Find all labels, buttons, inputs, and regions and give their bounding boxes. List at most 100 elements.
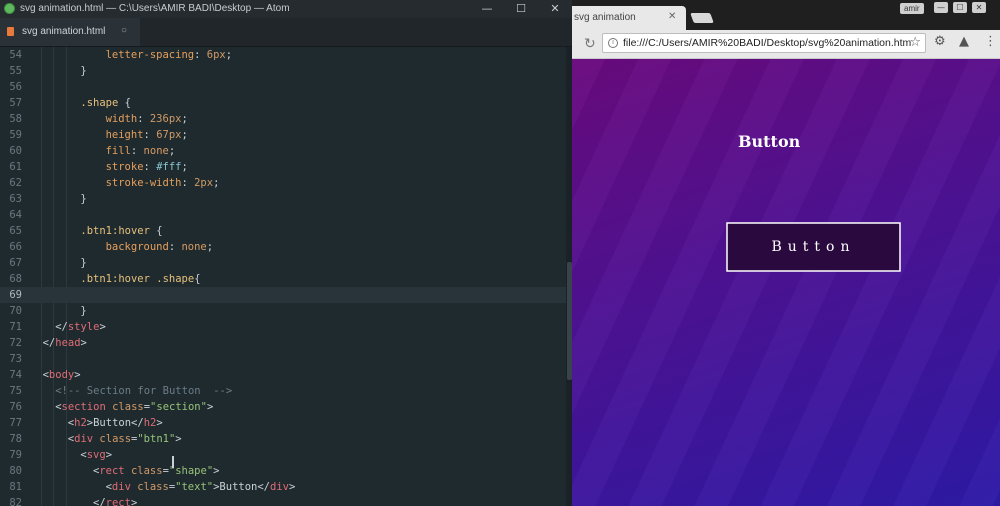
code-token: 236px: [149, 113, 182, 125]
code-text: background: none;: [106, 239, 214, 255]
code-token: "btn1": [137, 433, 176, 445]
code-line[interactable]: 70}: [0, 303, 566, 319]
code-token: >: [288, 481, 296, 493]
code-line[interactable]: 78 <div class="btn1">: [0, 431, 566, 447]
code-line[interactable]: 75 <!-- Section for Button -->: [0, 383, 566, 399]
code-token: {: [118, 97, 131, 109]
code-line[interactable]: 59 height: 67px;: [0, 127, 566, 143]
tab-svg-animation-html[interactable]: svg animation.html ○: [0, 18, 140, 46]
code-token: "section": [150, 401, 207, 413]
close-button[interactable]: ✕: [538, 0, 572, 18]
google-drive-icon[interactable]: ▲: [959, 34, 969, 49]
profile-button[interactable]: amir: [900, 3, 924, 14]
maximize-button[interactable]: ☐: [504, 0, 538, 18]
code-line[interactable]: 61 stroke: #fff;: [0, 159, 566, 175]
code-text: fill: none;: [106, 143, 176, 159]
code-token: .shape: [80, 97, 119, 109]
code-token: Button: [219, 481, 258, 493]
code-token: >: [99, 321, 106, 333]
code-token: stroke-width: [105, 177, 182, 189]
code-line[interactable]: 82 </rect>: [0, 495, 566, 506]
chrome-tab-strip: svg animation ✕ amir — ☐ ✕: [572, 0, 1000, 30]
code-token: 2px: [194, 177, 214, 189]
info-icon[interactable]: i: [608, 38, 618, 48]
code-token: >: [156, 417, 163, 429]
html5-file-icon: [7, 27, 14, 36]
code-line[interactable]: 79 <svg>: [0, 447, 566, 463]
code-line[interactable]: 76 <section class="section">: [0, 399, 566, 415]
line-number: 66: [9, 241, 22, 253]
text-cursor-icon: [172, 456, 174, 468]
chrome-maximize-button[interactable]: ☐: [953, 2, 967, 13]
new-tab-button[interactable]: [690, 13, 714, 23]
reload-icon[interactable]: ↻: [584, 36, 596, 52]
code-text: <h2>Button</h2>: [68, 415, 163, 431]
code-line[interactable]: 55}: [0, 63, 566, 79]
code-line[interactable]: 74 <body>: [0, 367, 566, 383]
code-line[interactable]: 81 <div class="text">Button</div>: [0, 479, 566, 495]
chrome-menu-icon[interactable]: ⋮: [984, 34, 997, 49]
code-line[interactable]: 65 .btn1:hover {: [0, 223, 566, 239]
svg-button[interactable]: Button: [726, 222, 901, 272]
extension-gear-icon[interactable]: ⚙: [934, 34, 946, 49]
line-number: 62: [9, 177, 22, 189]
code-line[interactable]: 69: [0, 287, 566, 303]
code-token: div: [270, 481, 289, 493]
code-token: none: [181, 241, 207, 253]
code-text: letter-spacing: 6px;: [106, 47, 232, 63]
code-text: <!-- Section for Button -->: [55, 383, 232, 399]
code-line[interactable]: 66 background: none;: [0, 239, 566, 255]
code-token: </: [55, 321, 68, 333]
code-text: <div class="text">Button</div>: [106, 479, 296, 495]
code-token: body: [48, 369, 75, 381]
code-line[interactable]: 62 stroke-width: 2px;: [0, 175, 566, 191]
code-line[interactable]: 73: [0, 351, 566, 367]
code-line[interactable]: 64: [0, 207, 566, 223]
code-line[interactable]: 57 .shape {: [0, 95, 566, 111]
chrome-close-button[interactable]: ✕: [972, 2, 986, 13]
code-line[interactable]: 54 letter-spacing: 6px;: [0, 47, 566, 63]
code-editor[interactable]: 54 letter-spacing: 6px; 55} 56 57 .shape {58 w…: [0, 47, 566, 506]
window-title: svg animation.html — C:\Users\AMIR BADI\…: [20, 3, 290, 14]
code-line[interactable]: 60 fill: none;: [0, 143, 566, 159]
code-text: <body>: [43, 367, 81, 383]
line-number: 81: [9, 481, 22, 493]
line-number: 70: [9, 305, 22, 317]
line-number: 75: [9, 385, 22, 397]
browser-tab-svg-animation[interactable]: svg animation ✕: [572, 6, 686, 30]
url-text[interactable]: file:///C:/Users/AMIR%20BADI/Desktop/svg…: [623, 37, 911, 49]
code-token: Button: [93, 417, 132, 429]
code-token: ;: [213, 177, 220, 189]
code-token: ;: [181, 113, 188, 125]
code-line[interactable]: 63}: [0, 191, 566, 207]
code-line[interactable]: 68 .btn1:hover .shape{: [0, 271, 566, 287]
line-number: 73: [9, 353, 22, 365]
line-number: 74: [9, 369, 22, 381]
code-text: }: [80, 255, 86, 271]
close-tab-icon[interactable]: ✕: [668, 11, 676, 22]
line-number: 65: [9, 225, 22, 237]
code-token: section: [61, 401, 106, 413]
browser-tab-label: svg animation: [574, 12, 636, 23]
code-line[interactable]: 80 <rect class="shape">: [0, 463, 566, 479]
code-line[interactable]: 72 </head>: [0, 335, 566, 351]
atom-titlebar[interactable]: svg animation.html — C:\Users\AMIR BADI\…: [0, 0, 572, 18]
modified-indicator-icon[interactable]: ○: [121, 25, 127, 36]
address-bar[interactable]: i file:///C:/Users/AMIR%20BADI/Desktop/s…: [602, 33, 926, 53]
code-line[interactable]: 71 </style>: [0, 319, 566, 335]
code-line[interactable]: 56: [0, 79, 566, 95]
chrome-minimize-button[interactable]: —: [934, 2, 948, 13]
minimize-button[interactable]: —: [470, 0, 504, 18]
code-token: .btn1:hover: [80, 225, 150, 237]
chrome-window: svg animation ✕ amir — ☐ ✕ ↻ i file:///C…: [572, 0, 1000, 506]
code-text: stroke-width: 2px;: [106, 175, 220, 191]
code-line[interactable]: 58 width: 236px;: [0, 111, 566, 127]
background-stripes: [572, 59, 1000, 506]
code-line[interactable]: 67}: [0, 255, 566, 271]
code-line[interactable]: 77 <h2>Button</h2>: [0, 415, 566, 431]
code-token: div: [74, 433, 94, 445]
bookmark-star-icon[interactable]: ☆: [909, 35, 921, 50]
code-token: :: [181, 177, 195, 189]
line-number: 69: [9, 289, 22, 301]
code-token: 6px: [206, 49, 226, 61]
